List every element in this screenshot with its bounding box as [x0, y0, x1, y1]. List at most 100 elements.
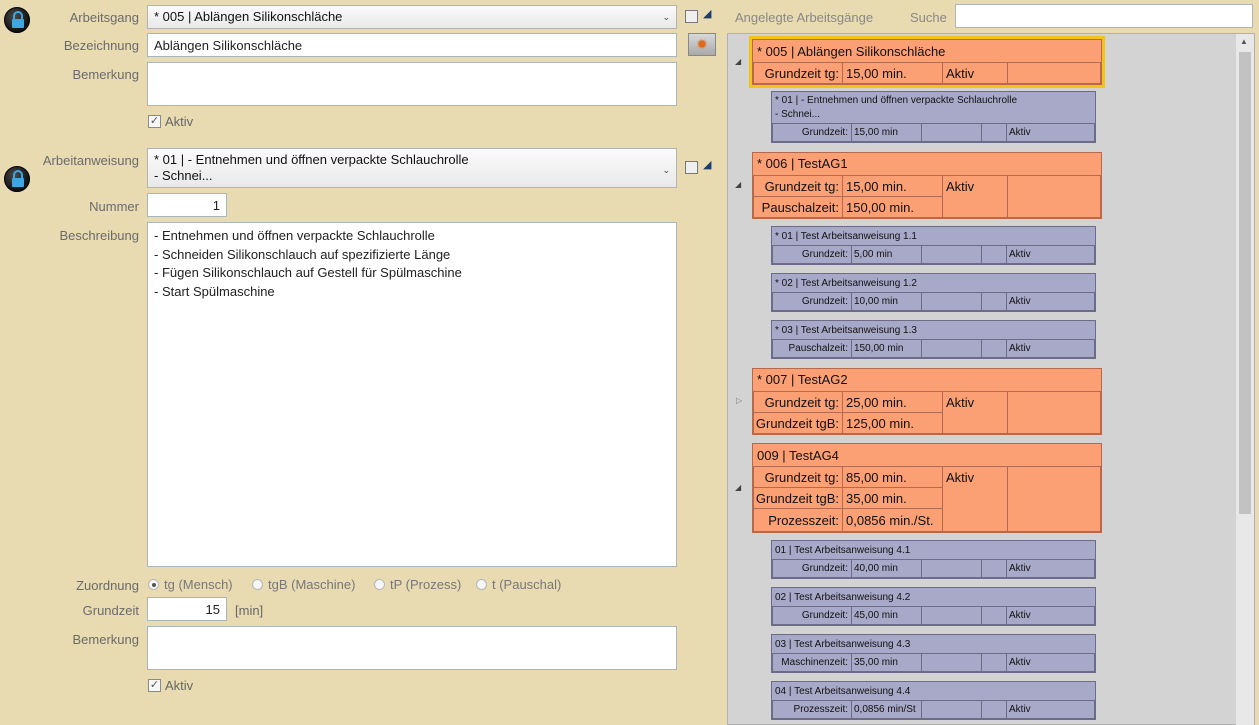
anweisung-card[interactable]: 01 | Test Arbeitsanweisung 4.1 Grundzeit…: [771, 540, 1096, 579]
card-title: * 005 | Ablängen Silikonschläche: [757, 44, 946, 59]
search-label: Suche: [910, 10, 947, 25]
edit-icon[interactable]: ◢: [703, 7, 711, 20]
card-status: Aktiv: [946, 66, 975, 81]
arbeitanweisung-dropdown[interactable]: * 01 | - Entnehmen und öffnen verpackte …: [147, 148, 677, 188]
beschreibung-line: - Entnehmen und öffnen verpackte Schlauc…: [154, 228, 435, 243]
arbeitsgang-card[interactable]: * 007 | TestAG2 Grundzeit tg: 25,00 min.…: [752, 368, 1102, 435]
anweisung-label: Grundzeit:: [801, 249, 848, 260]
bezeichnung-value: Ablängen Silikonschläche: [154, 38, 303, 53]
radio-tp[interactable]: [374, 579, 385, 590]
beschreibung-label: Beschreibung: [59, 228, 140, 243]
anweisung-value: 10,00 min: [854, 296, 898, 307]
anweisung-status: Aktiv: [1009, 610, 1031, 621]
anweisung-title: * 03 | Test Arbeitsanweisung 1.3: [775, 325, 917, 336]
anweisung-label: Grundzeit:: [801, 610, 848, 621]
arbeitsgang-label: Arbeitsgang: [69, 10, 139, 25]
panel-title: Angelegte Arbeitsgänge: [735, 10, 874, 25]
arbeitsgang-card[interactable]: * 005 | Ablängen Silikonschläche Grundze…: [749, 36, 1105, 88]
beschreibung-line: - Fügen Silikonschlauch auf Gestell für …: [154, 265, 462, 280]
anweisung-card[interactable]: 02 | Test Arbeitsanweisung 4.2 Grundzeit…: [771, 587, 1096, 626]
arbeitsgang-card[interactable]: * 006 | TestAG1 Grundzeit tg: 15,00 min.…: [752, 152, 1102, 219]
bezeichnung-input[interactable]: Ablängen Silikonschläche: [147, 33, 677, 57]
scroll-up-icon[interactable]: ▲: [1240, 37, 1248, 46]
anweisung-card[interactable]: 04 | Test Arbeitsanweisung 4.4 Prozessze…: [771, 681, 1096, 720]
anweisung-title-line2: - Schnei...: [775, 109, 821, 120]
aktiv-checkbox[interactable]: ✓: [148, 115, 161, 128]
settings-icon[interactable]: ✹: [688, 33, 716, 56]
beschreibung-textarea[interactable]: - Entnehmen und öffnen verpackte Schlauc…: [147, 222, 677, 567]
scrollbar[interactable]: ▲: [1236, 34, 1254, 725]
anweisung-status: Aktiv: [1009, 127, 1031, 138]
bemerkung2-input[interactable]: [147, 626, 677, 670]
radio-tp-label: tP (Prozess): [390, 577, 462, 592]
edit-icon[interactable]: ◢: [703, 158, 711, 171]
nummer-input[interactable]: 1: [147, 193, 227, 217]
anweisung-card[interactable]: * 01 | - Entnehmen und öffnen verpackte …: [771, 91, 1096, 143]
aktiv2-label: Aktiv: [165, 678, 194, 693]
grundzeit-label: Grundzeit: [82, 603, 139, 618]
card-row-value: 25,00 min.: [846, 395, 907, 410]
zuordnung-label: Zuordnung: [76, 578, 139, 593]
radio-t-label: t (Pauschal): [492, 577, 562, 592]
aktiv-label: Aktiv: [165, 114, 194, 129]
anweisung-card[interactable]: * 03 | Test Arbeitsanweisung 1.3 Pauscha…: [771, 320, 1096, 359]
arbeitanweisung-checkbox[interactable]: [685, 161, 698, 174]
anweisung-status: Aktiv: [1009, 296, 1031, 307]
card-status: Aktiv: [946, 470, 975, 485]
anweisung-label: Grundzeit:: [801, 127, 848, 138]
arbeitsgang-checkbox[interactable]: [685, 10, 698, 23]
anweisung-value: 45,00 min: [854, 610, 898, 621]
anweisung-title: 03 | Test Arbeitsanweisung 4.3: [775, 639, 911, 650]
lock-icon-2[interactable]: [4, 166, 30, 192]
anweisung-value: 35,00 min: [854, 657, 898, 668]
card-row-value: 0,0856 min./St.: [846, 513, 934, 528]
grundzeit-input[interactable]: 15: [147, 597, 227, 621]
anweisung-title: 01 | Test Arbeitsanweisung 4.1: [775, 545, 911, 556]
card-row-label: Grundzeit tg:: [764, 395, 839, 410]
arbeitanweisung-value-line2: - Schnei...: [154, 168, 213, 183]
collapse-icon[interactable]: ◢: [735, 57, 741, 66]
anweisung-card[interactable]: * 02 | Test Arbeitsanweisung 1.2 Grundze…: [771, 273, 1096, 312]
anweisung-value: 5,00 min: [854, 249, 893, 260]
collapse-icon[interactable]: ◢: [735, 180, 741, 189]
card-row-value: 125,00 min.: [846, 416, 914, 431]
arbeitanweisung-label: Arbeitanweisung: [42, 153, 139, 168]
arbeitanweisung-value-line1: * 01 | - Entnehmen und öffnen verpackte …: [154, 152, 469, 167]
anweisung-card[interactable]: * 01 | Test Arbeitsanweisung 1.1 Grundze…: [771, 226, 1096, 265]
arbeitsgang-dropdown[interactable]: * 005 | Ablängen Silikonschläche ⌄: [147, 5, 677, 29]
anweisung-title: 04 | Test Arbeitsanweisung 4.4: [775, 686, 911, 697]
beschreibung-line: - Schneiden Silikonschlauch auf spezifiz…: [154, 246, 451, 262]
radio-tgb[interactable]: [252, 579, 263, 590]
radio-tg[interactable]: [148, 579, 159, 590]
card-row-label: Grundzeit tg:: [764, 179, 839, 194]
card-row-value: 15,00 min.: [846, 179, 907, 194]
card-title: * 007 | TestAG2: [757, 372, 848, 387]
chevron-down-icon: ⌄: [662, 165, 670, 175]
bezeichnung-label: Bezeichnung: [63, 38, 139, 53]
search-input[interactable]: [955, 4, 1253, 28]
card-row-label: Grundzeit tgB:: [755, 416, 839, 431]
radio-tg-label: tg (Mensch): [164, 577, 233, 592]
beschreibung-line: - Start Spülmaschine: [154, 283, 275, 299]
collapse-icon[interactable]: ◢: [735, 483, 741, 492]
bemerkung2-label: Bemerkung: [72, 632, 139, 647]
bemerkung-input[interactable]: [147, 62, 677, 106]
card-title: * 006 | TestAG1: [757, 156, 848, 171]
anweisung-title: 02 | Test Arbeitsanweisung 4.2: [775, 592, 911, 603]
card-row-value: 15,00 min.: [846, 66, 907, 81]
aktiv2-checkbox[interactable]: ✓: [148, 679, 161, 692]
scrollbar-thumb[interactable]: [1239, 52, 1251, 514]
anweisung-card[interactable]: 03 | Test Arbeitsanweisung 4.3 Maschinen…: [771, 634, 1096, 673]
anweisung-status: Aktiv: [1009, 563, 1031, 574]
anweisung-status: Aktiv: [1009, 657, 1031, 668]
anweisung-label: Grundzeit:: [801, 296, 848, 307]
arbeitsgang-card[interactable]: 009 | TestAG4 Grundzeit tg: 85,00 min. G…: [752, 443, 1102, 533]
radio-t[interactable]: [476, 579, 487, 590]
anweisung-title: * 01 | Test Arbeitsanweisung 1.1: [775, 231, 917, 242]
card-row-label: Pauschalzeit:: [761, 200, 839, 215]
anweisung-label: Maschinenzeit:: [781, 657, 848, 668]
anweisung-status: Aktiv: [1009, 249, 1031, 260]
anweisung-value: 40,00 min: [854, 563, 898, 574]
expand-icon[interactable]: ▷: [736, 396, 742, 405]
anweisung-label: Prozesszeit:: [793, 704, 848, 715]
